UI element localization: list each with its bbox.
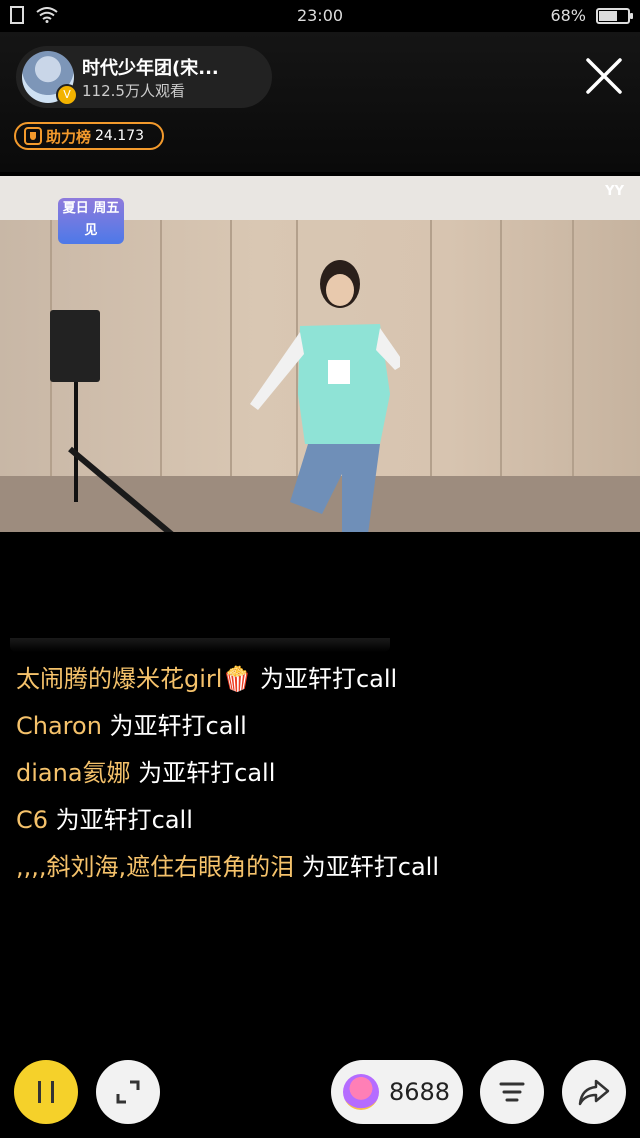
chat-message: C6 为亚轩打call (16, 797, 446, 844)
chat-fade (10, 638, 390, 652)
show-logo: 夏日 周五见 (58, 198, 124, 244)
chat-list: 太闹腾的爆米花girl🍿 为亚轩打call Charon 为亚轩打call di… (16, 656, 446, 891)
share-icon (578, 1079, 610, 1106)
video-watermark: YY (605, 184, 624, 199)
live-video[interactable]: 夏日 周五见 YY (0, 176, 640, 532)
chat-username[interactable]: C6 (16, 806, 48, 834)
chat-message: ,,,,斜刘海,遮住右眼角的泪 为亚轩打call (16, 844, 446, 891)
chat-message: diana氦娜 为亚轩打call (16, 750, 446, 797)
fullscreen-icon (116, 1080, 140, 1104)
close-icon[interactable] (584, 56, 624, 96)
viewer-count: 112.5万人观看 (82, 82, 185, 100)
pause-button[interactable] (14, 1060, 78, 1124)
chat-text: 为亚轩打call (294, 853, 440, 881)
chat-text: 为亚轩打call (130, 759, 276, 787)
share-button[interactable] (562, 1060, 626, 1124)
anchor-info[interactable]: V 时代少年团(宋... 112.5万人观看 (16, 46, 272, 108)
chat-message: Charon 为亚轩打call (16, 703, 446, 750)
wall-panel (430, 220, 432, 476)
speaker-image (50, 310, 100, 382)
chat-text: 为亚轩打call (101, 712, 247, 740)
battery-icon (596, 7, 633, 24)
menu-icon (499, 1082, 525, 1102)
chat-username[interactable]: diana氦娜 (16, 759, 131, 787)
chat-username[interactable]: 太闹腾的爆米花girl🍿 (16, 665, 252, 693)
chat-text: 为亚轩打call (252, 665, 398, 693)
menu-button[interactable] (480, 1060, 544, 1124)
gift-button[interactable]: 8688 (331, 1060, 463, 1124)
speaker-stand (74, 382, 78, 502)
rank-label: 助力榜 (46, 127, 92, 146)
anchor-name: 时代少年团(宋... (82, 58, 219, 79)
dancer-figure (250, 260, 400, 532)
wall-panel (572, 220, 574, 476)
rank-value: 24.173 (95, 128, 145, 144)
wall-panel (160, 220, 162, 476)
wall-panel (500, 220, 502, 476)
gift-icon (343, 1074, 379, 1110)
shield-icon (24, 127, 42, 145)
battery-level (599, 10, 618, 21)
gift-count: 8688 (389, 1078, 451, 1106)
support-rank-button[interactable]: 助力榜 24.173 (14, 122, 164, 150)
bottom-toolbar: 8688 (0, 1058, 640, 1138)
status-bar: 23:00 68% (0, 0, 640, 32)
chat-username[interactable]: Charon (16, 712, 102, 740)
verified-badge: V (56, 84, 78, 106)
pause-icon (38, 1081, 54, 1103)
status-time: 23:00 (296, 6, 344, 25)
chat-text: 为亚轩打call (48, 806, 193, 834)
chat-username[interactable]: ,,,,斜刘海,遮住右眼角的泪 (16, 853, 294, 881)
battery-percent: 68% (550, 6, 586, 25)
live-header: V 时代少年团(宋... 112.5万人观看 助力榜 24.173 (0, 32, 640, 172)
chat-message: 太闹腾的爆米花girl🍿 为亚轩打call (16, 656, 446, 703)
fullscreen-button[interactable] (96, 1060, 160, 1124)
